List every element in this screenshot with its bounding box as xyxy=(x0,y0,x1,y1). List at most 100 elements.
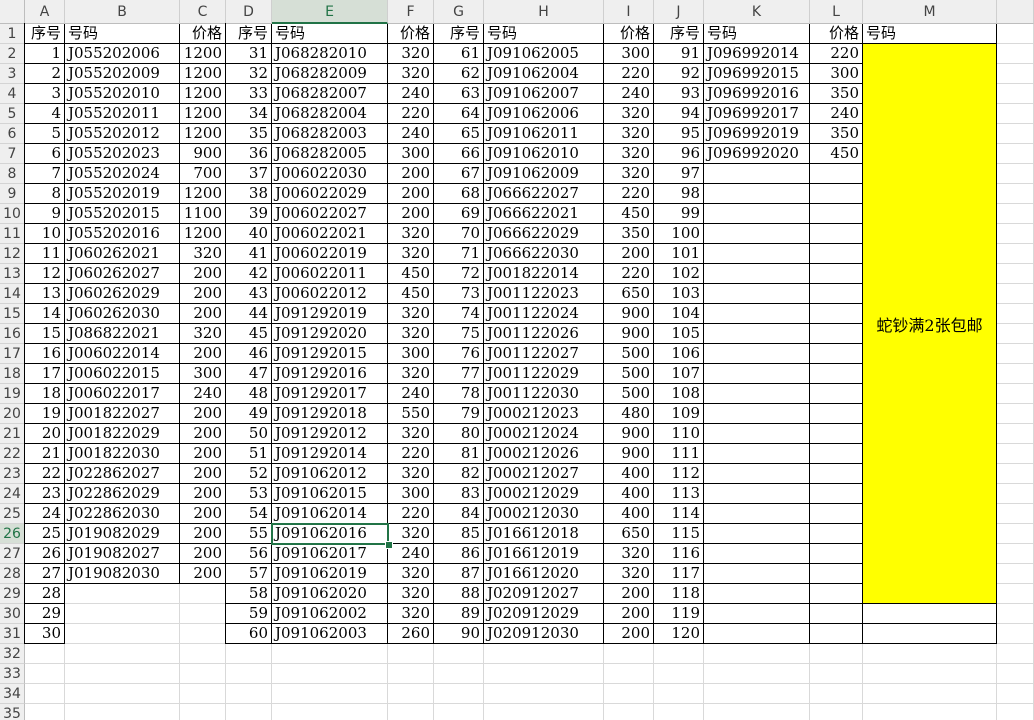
cell-a20[interactable]: 19 xyxy=(25,404,65,424)
cell-f3[interactable]: 320 xyxy=(388,64,434,84)
cell-k19[interactable] xyxy=(704,384,810,404)
cell-j1[interactable]: 序号 xyxy=(654,24,704,44)
cell-j6[interactable]: 95 xyxy=(654,124,704,144)
cell-g6[interactable]: 65 xyxy=(434,124,484,144)
cell-l7[interactable]: 450 xyxy=(810,144,863,164)
cell-d7[interactable]: 36 xyxy=(226,144,272,164)
cell-a13[interactable]: 12 xyxy=(25,264,65,284)
cell-b31[interactable] xyxy=(65,624,180,644)
cell-f1[interactable]: 价格 xyxy=(388,24,434,44)
cell-i17[interactable]: 500 xyxy=(604,344,654,364)
cell-j2[interactable]: 91 xyxy=(654,44,704,64)
cell-c31[interactable] xyxy=(180,624,226,644)
row-header-28[interactable]: 28 xyxy=(0,564,25,584)
cell-c1[interactable]: 价格 xyxy=(180,24,226,44)
cell-e23[interactable]: J091062012 xyxy=(272,464,388,484)
cell-e3[interactable]: J068282009 xyxy=(272,64,388,84)
cell-j12[interactable]: 101 xyxy=(654,244,704,264)
cell-m1[interactable]: 号码 xyxy=(863,24,997,44)
cell-k3[interactable]: J096992015 xyxy=(704,64,810,84)
cell-c29[interactable] xyxy=(180,584,226,604)
cell-h2[interactable]: J091062005 xyxy=(484,44,604,64)
cell-i13[interactable]: 220 xyxy=(604,264,654,284)
cell-f7[interactable]: 300 xyxy=(388,144,434,164)
cell-f29[interactable]: 320 xyxy=(388,584,434,604)
cell-l14[interactable] xyxy=(810,284,863,304)
column-header-k[interactable]: K xyxy=(704,0,810,24)
cell-b19[interactable]: J006022017 xyxy=(65,384,180,404)
cell-k25[interactable] xyxy=(704,504,810,524)
cell-l22[interactable] xyxy=(810,444,863,464)
row-header-5[interactable]: 5 xyxy=(0,104,25,124)
cell-a31[interactable]: 30 xyxy=(25,624,65,644)
cell-j5[interactable]: 94 xyxy=(654,104,704,124)
cell-c13[interactable]: 200 xyxy=(180,264,226,284)
row-header-6[interactable]: 6 xyxy=(0,124,25,144)
cell-d21[interactable]: 50 xyxy=(226,424,272,444)
cell-c19[interactable]: 240 xyxy=(180,384,226,404)
cell-g5[interactable]: 64 xyxy=(434,104,484,124)
cell-e26[interactable]: J091062016 xyxy=(272,524,388,544)
cell-d4[interactable]: 33 xyxy=(226,84,272,104)
cell-d30[interactable]: 59 xyxy=(226,604,272,624)
row-header-35[interactable]: 35 xyxy=(0,704,25,720)
cell-d16[interactable]: 45 xyxy=(226,324,272,344)
cell-b3[interactable]: J055202009 xyxy=(65,64,180,84)
cell-b16[interactable]: J086822021 xyxy=(65,324,180,344)
cell-i6[interactable]: 320 xyxy=(604,124,654,144)
cell-b18[interactable]: J006022015 xyxy=(65,364,180,384)
cell-g22[interactable]: 81 xyxy=(434,444,484,464)
cell-b22[interactable]: J001822030 xyxy=(65,444,180,464)
cell-c5[interactable]: 1200 xyxy=(180,104,226,124)
row-header-26[interactable]: 26 xyxy=(0,524,25,544)
cell-l8[interactable] xyxy=(810,164,863,184)
cell-a21[interactable]: 20 xyxy=(25,424,65,444)
cell-j4[interactable]: 93 xyxy=(654,84,704,104)
cell-g15[interactable]: 74 xyxy=(434,304,484,324)
cell-e16[interactable]: J091292020 xyxy=(272,324,388,344)
cell-e10[interactable]: J006022027 xyxy=(272,204,388,224)
cell-c18[interactable]: 300 xyxy=(180,364,226,384)
cell-m31[interactable] xyxy=(863,624,997,644)
cell-a12[interactable]: 11 xyxy=(25,244,65,264)
cell-i30[interactable]: 200 xyxy=(604,604,654,624)
cell-h14[interactable]: J001122023 xyxy=(484,284,604,304)
cell-j14[interactable]: 103 xyxy=(654,284,704,304)
cell-a18[interactable]: 17 xyxy=(25,364,65,384)
cell-g31[interactable]: 90 xyxy=(434,624,484,644)
cell-m30[interactable] xyxy=(863,604,997,624)
cell-d5[interactable]: 34 xyxy=(226,104,272,124)
cell-b23[interactable]: J022862027 xyxy=(65,464,180,484)
cell-l12[interactable] xyxy=(810,244,863,264)
cell-a6[interactable]: 5 xyxy=(25,124,65,144)
cell-d24[interactable]: 53 xyxy=(226,484,272,504)
cell-h24[interactable]: J000212029 xyxy=(484,484,604,504)
cell-k17[interactable] xyxy=(704,344,810,364)
cell-d6[interactable]: 35 xyxy=(226,124,272,144)
cell-g7[interactable]: 66 xyxy=(434,144,484,164)
cell-k2[interactable]: J096992014 xyxy=(704,44,810,64)
cell-j10[interactable]: 99 xyxy=(654,204,704,224)
cell-i12[interactable]: 200 xyxy=(604,244,654,264)
cell-b30[interactable] xyxy=(65,604,180,624)
cell-a24[interactable]: 23 xyxy=(25,484,65,504)
cell-k30[interactable] xyxy=(704,604,810,624)
cell-d26[interactable]: 55 xyxy=(226,524,272,544)
cell-b12[interactable]: J060262021 xyxy=(65,244,180,264)
cell-a16[interactable]: 15 xyxy=(25,324,65,344)
cell-f11[interactable]: 320 xyxy=(388,224,434,244)
cell-j20[interactable]: 109 xyxy=(654,404,704,424)
cell-b26[interactable]: J019082029 xyxy=(65,524,180,544)
cell-a2[interactable]: 1 xyxy=(25,44,65,64)
cell-c2[interactable]: 1200 xyxy=(180,44,226,64)
cell-k22[interactable] xyxy=(704,444,810,464)
cell-a11[interactable]: 10 xyxy=(25,224,65,244)
cell-h1[interactable]: 号码 xyxy=(484,24,604,44)
cell-b29[interactable] xyxy=(65,584,180,604)
column-header-b[interactable]: B xyxy=(65,0,180,24)
cell-b14[interactable]: J060262029 xyxy=(65,284,180,304)
cell-a9[interactable]: 8 xyxy=(25,184,65,204)
cell-l18[interactable] xyxy=(810,364,863,384)
cell-g16[interactable]: 75 xyxy=(434,324,484,344)
cell-k23[interactable] xyxy=(704,464,810,484)
